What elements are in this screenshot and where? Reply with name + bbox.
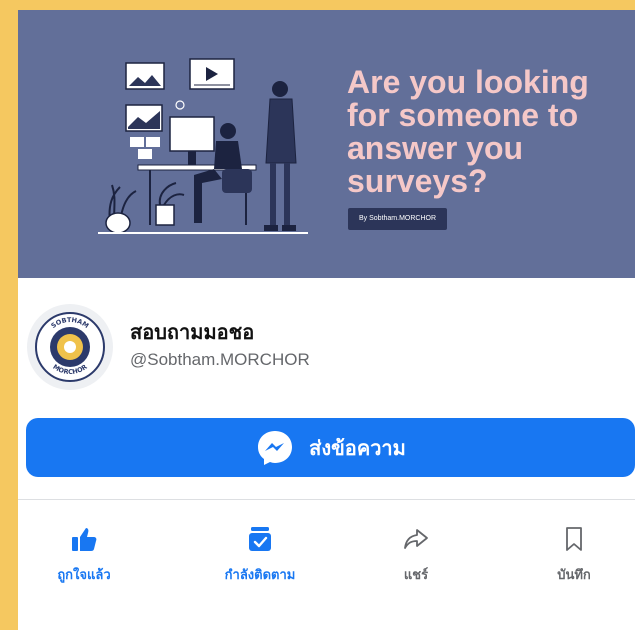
liked-label: ถูกใจแล้ว	[57, 568, 111, 583]
page-name: สอบถามมอชอ	[130, 322, 255, 344]
workspace-illustration	[98, 58, 308, 234]
share-button[interactable]: แชร์	[356, 524, 476, 585]
cover-byline: By Sobtham.MORCHOR	[348, 208, 448, 230]
save-label: บันทึก	[557, 568, 591, 583]
action-bar: ถูกใจแล้ว กำลังติดตาม แชร์ บันทึก	[18, 524, 635, 594]
send-message-button[interactable]: ส่งข้อความ	[26, 418, 635, 477]
following-button[interactable]: กำลังติดตาม	[200, 524, 320, 585]
share-label: แชร์	[403, 568, 429, 583]
liked-button[interactable]: ถูกใจแล้ว	[24, 524, 144, 585]
thumbs-up-icon	[70, 524, 98, 554]
send-message-label: ส่งข้อความ	[309, 435, 406, 460]
page-card: Are you looking for someone to answer yo…	[18, 10, 635, 630]
following-label: กำลังติดตาม	[224, 568, 296, 583]
cover-headline: Are you looking for someone to answer yo…	[347, 64, 589, 199]
page-avatar[interactable]: SOBTHAM MORCHOR	[27, 304, 113, 390]
page-handle: @Sobtham.MORCHOR	[130, 350, 310, 369]
following-inbox-icon	[246, 524, 274, 554]
share-arrow-icon	[402, 524, 430, 554]
bookmark-icon	[560, 524, 588, 554]
cover-photo[interactable]: Are you looking for someone to answer yo…	[18, 10, 635, 278]
save-button[interactable]: บันทึก	[514, 524, 634, 585]
sobtham-logo-icon: SOBTHAM MORCHOR	[35, 312, 105, 382]
messenger-icon	[255, 428, 295, 468]
divider	[18, 499, 635, 500]
